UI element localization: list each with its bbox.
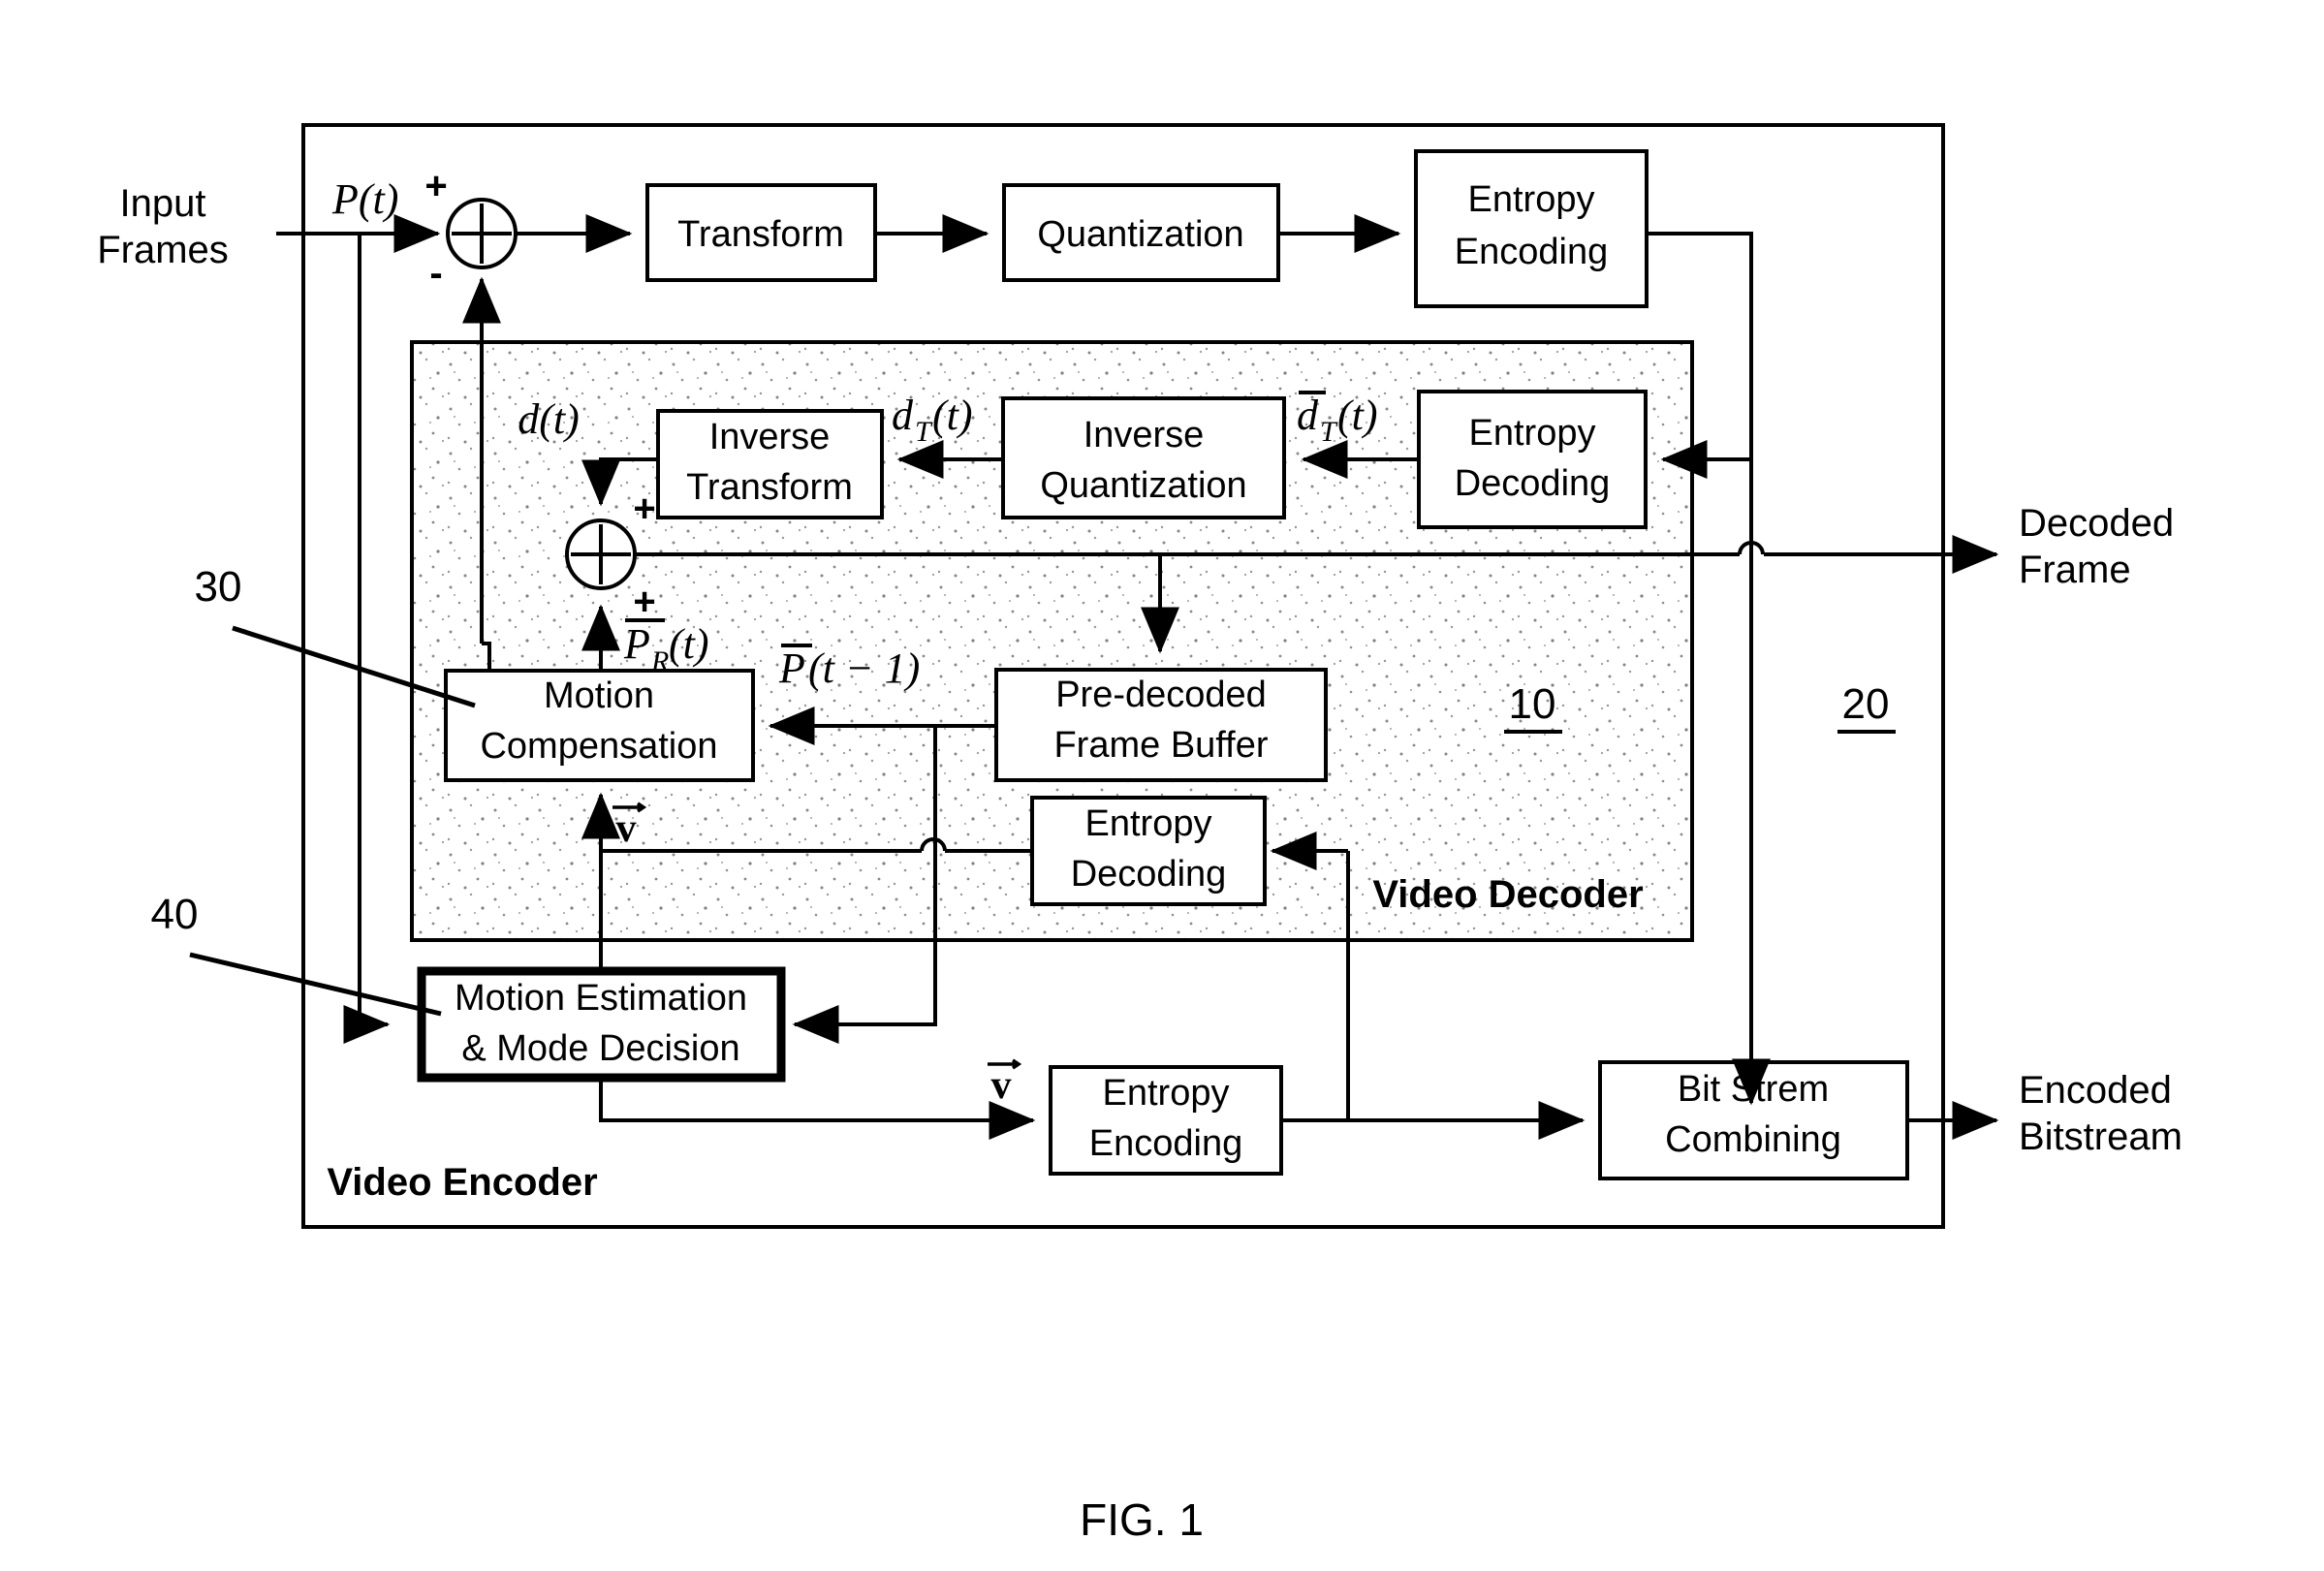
svg-text:v: v — [991, 1063, 1012, 1108]
svg-text:(t): (t) — [932, 392, 973, 439]
adder-plus-sign-encoder: + — [424, 165, 447, 207]
decoded-frame-label-line2: Frame — [2019, 549, 2131, 591]
motion-compensation-label-line2: Compensation — [480, 726, 717, 767]
inverse-quantization-label-line2: Quantization — [1040, 465, 1246, 506]
motion-estimation-label-line2: & Mode Decision — [461, 1028, 739, 1069]
entropy-encoding-top-label-line1: Entropy — [1468, 179, 1595, 220]
encoded-bitstream-label-line2: Bitstream — [2019, 1115, 2183, 1158]
video-decoder-label: Video Decoder — [1372, 873, 1643, 916]
decoded-frame-label-line1: Decoded — [2019, 502, 2174, 545]
svg-text:d: d — [1297, 392, 1319, 439]
svg-text:R: R — [650, 645, 669, 677]
svg-text:d: d — [892, 392, 914, 439]
input-frames-label-line2: Frames — [97, 229, 229, 271]
ref-numeral-10: 10 — [1504, 680, 1562, 734]
svg-text:30: 30 — [195, 563, 242, 611]
entropy-encoding-mv-label-line2: Encoding — [1089, 1123, 1242, 1164]
svg-text:v: v — [616, 806, 637, 851]
svg-text:P: P — [778, 644, 805, 692]
figure-canvas: + - + + Input Frames Decoded Frame Encod… — [0, 0, 2324, 1571]
inverse-quantization-label-line1: Inverse — [1083, 415, 1205, 456]
bit-stream-combining-label-line2: Combining — [1665, 1119, 1841, 1160]
signal-p-t-label: P(t) — [331, 175, 398, 223]
signal-p-bar-t-minus-1-label: P (t − 1) — [778, 644, 920, 692]
svg-text:10: 10 — [1509, 680, 1556, 728]
svg-text:(t): (t) — [1337, 392, 1378, 439]
svg-text:(t): (t) — [669, 620, 709, 668]
signal-d-t-label: d(t) — [518, 395, 580, 443]
ref-numeral-20: 20 — [1837, 680, 1896, 734]
svg-text:40: 40 — [151, 891, 199, 938]
inverse-transform-label-line1: Inverse — [709, 417, 831, 457]
input-frames-label-line1: Input — [120, 182, 206, 225]
entropy-encoding-mv-label-line1: Entropy — [1103, 1073, 1230, 1114]
svg-text:(t − 1): (t − 1) — [808, 644, 920, 692]
svg-text:T: T — [915, 416, 933, 448]
entropy-decoding-mv-label-line1: Entropy — [1085, 803, 1212, 844]
motion-compensation-label-line1: Motion — [544, 676, 654, 716]
bit-stream-combining-label-line1: Bit Strem — [1678, 1069, 1829, 1110]
adder-plus-sign-top-recon: + — [633, 487, 655, 530]
pre-decoded-frame-buffer-label-line1: Pre-decoded — [1055, 675, 1267, 715]
adder-reconstruction — [565, 518, 637, 590]
adder-encoder-difference — [446, 198, 518, 269]
pre-decoded-frame-buffer-label-line2: Frame Buffer — [1053, 725, 1268, 766]
video-encoder-label: Video Encoder — [327, 1161, 597, 1204]
svg-text:T: T — [1320, 416, 1338, 448]
entropy-decoding-top-block[interactable] — [1417, 390, 1648, 529]
svg-text:P: P — [623, 620, 650, 668]
entropy-encoding-top-label-line2: Encoding — [1455, 232, 1608, 272]
quantization-label: Quantization — [1037, 214, 1243, 255]
transform-label: Transform — [677, 214, 844, 255]
svg-text:20: 20 — [1842, 680, 1890, 728]
adder-plus-sign-bottom-recon: + — [633, 581, 655, 623]
entropy-decoding-top-label-line2: Decoding — [1455, 463, 1611, 504]
figure-caption: FIG. 1 — [1080, 1494, 1204, 1545]
inverse-transform-label-line2: Transform — [686, 467, 853, 508]
entropy-encoding-top-block[interactable] — [1414, 149, 1649, 308]
entropy-decoding-mv-label-line2: Decoding — [1071, 854, 1227, 895]
motion-estimation-label-line1: Motion Estimation — [455, 978, 747, 1019]
encoded-bitstream-label-line1: Encoded — [2019, 1069, 2172, 1112]
adder-minus-sign-encoder: - — [429, 252, 442, 295]
entropy-decoding-top-label-line1: Entropy — [1469, 413, 1596, 454]
